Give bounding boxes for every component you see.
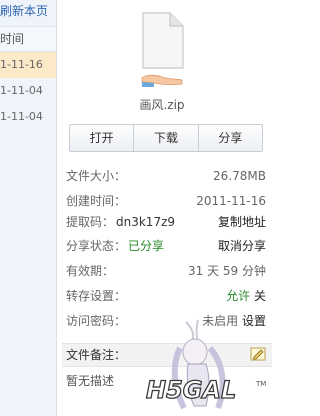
open-button[interactable]: 打开 <box>70 125 133 151</box>
access-password-label: 访问密码： <box>66 314 127 328</box>
file-name: 画风.zip <box>139 98 185 112</box>
transfer-setting-row: 转存设置： 允许 关 <box>66 287 266 305</box>
transfer-off-option[interactable]: 关 <box>254 289 266 303</box>
validity-label: 有效期： <box>66 264 115 278</box>
extract-code-row: 提取码： dn3k17z9 复制地址 <box>66 213 266 231</box>
file-list-panel: 刷新本页 时间 1-11-16 1-11-04 1-11-04 <box>0 0 57 416</box>
copy-link-button[interactable]: 复制地址 <box>218 213 266 231</box>
extract-code-label: 提取码： <box>66 215 115 229</box>
list-item[interactable]: 1-11-04 <box>0 78 56 104</box>
time-column-header[interactable]: 时间 <box>0 26 56 52</box>
h5gal-logo-text: H5GAL <box>146 376 236 404</box>
share-status-value: 已分享 <box>128 239 165 253</box>
transfer-setting-label: 转存设置： <box>66 289 127 303</box>
created-time-value: 2011-11-16 <box>196 194 266 208</box>
download-button[interactable]: 下载 <box>133 125 197 151</box>
hand-share-icon <box>141 74 183 87</box>
file-note-text: 暂无描述 <box>66 374 115 388</box>
validity-row: 有效期： 31 天 59 分钟 <box>66 262 266 280</box>
cancel-share-button[interactable]: 取消分享 <box>218 237 266 255</box>
list-item[interactable]: 1-11-16 <box>0 52 56 78</box>
transfer-allow-option[interactable]: 允许 <box>226 289 250 303</box>
h5gal-watermark-logo: H5GAL TM <box>145 319 266 410</box>
file-size-value: 26.78MB <box>213 169 266 183</box>
svg-text:TM: TM <box>255 380 266 388</box>
share-status-label: 分享状态： <box>66 239 127 253</box>
file-size-row: 文件大小： 26.78MB <box>66 167 266 185</box>
validity-value: 31 天 59 分钟 <box>188 264 266 278</box>
transfer-setting-controls: 允许 关 <box>226 287 266 305</box>
created-time-row: 创建时间： 2011-11-16 <box>66 192 266 210</box>
share-button[interactable]: 分享 <box>197 125 262 151</box>
list-item[interactable]: 1-11-04 <box>0 104 56 130</box>
extract-code-value: dn3k17z9 <box>116 215 176 229</box>
created-time-label: 创建时间： <box>66 194 127 208</box>
file-size-label: 文件大小： <box>66 169 127 183</box>
refresh-page-link[interactable]: 刷新本页 <box>0 2 48 19</box>
file-icon <box>142 12 184 69</box>
share-status-row: 分享状态： 已分享 取消分享 <box>66 237 266 255</box>
file-note-title: 文件备注： <box>66 348 127 362</box>
file-action-bar: 打开 下载 分享 <box>69 124 263 152</box>
